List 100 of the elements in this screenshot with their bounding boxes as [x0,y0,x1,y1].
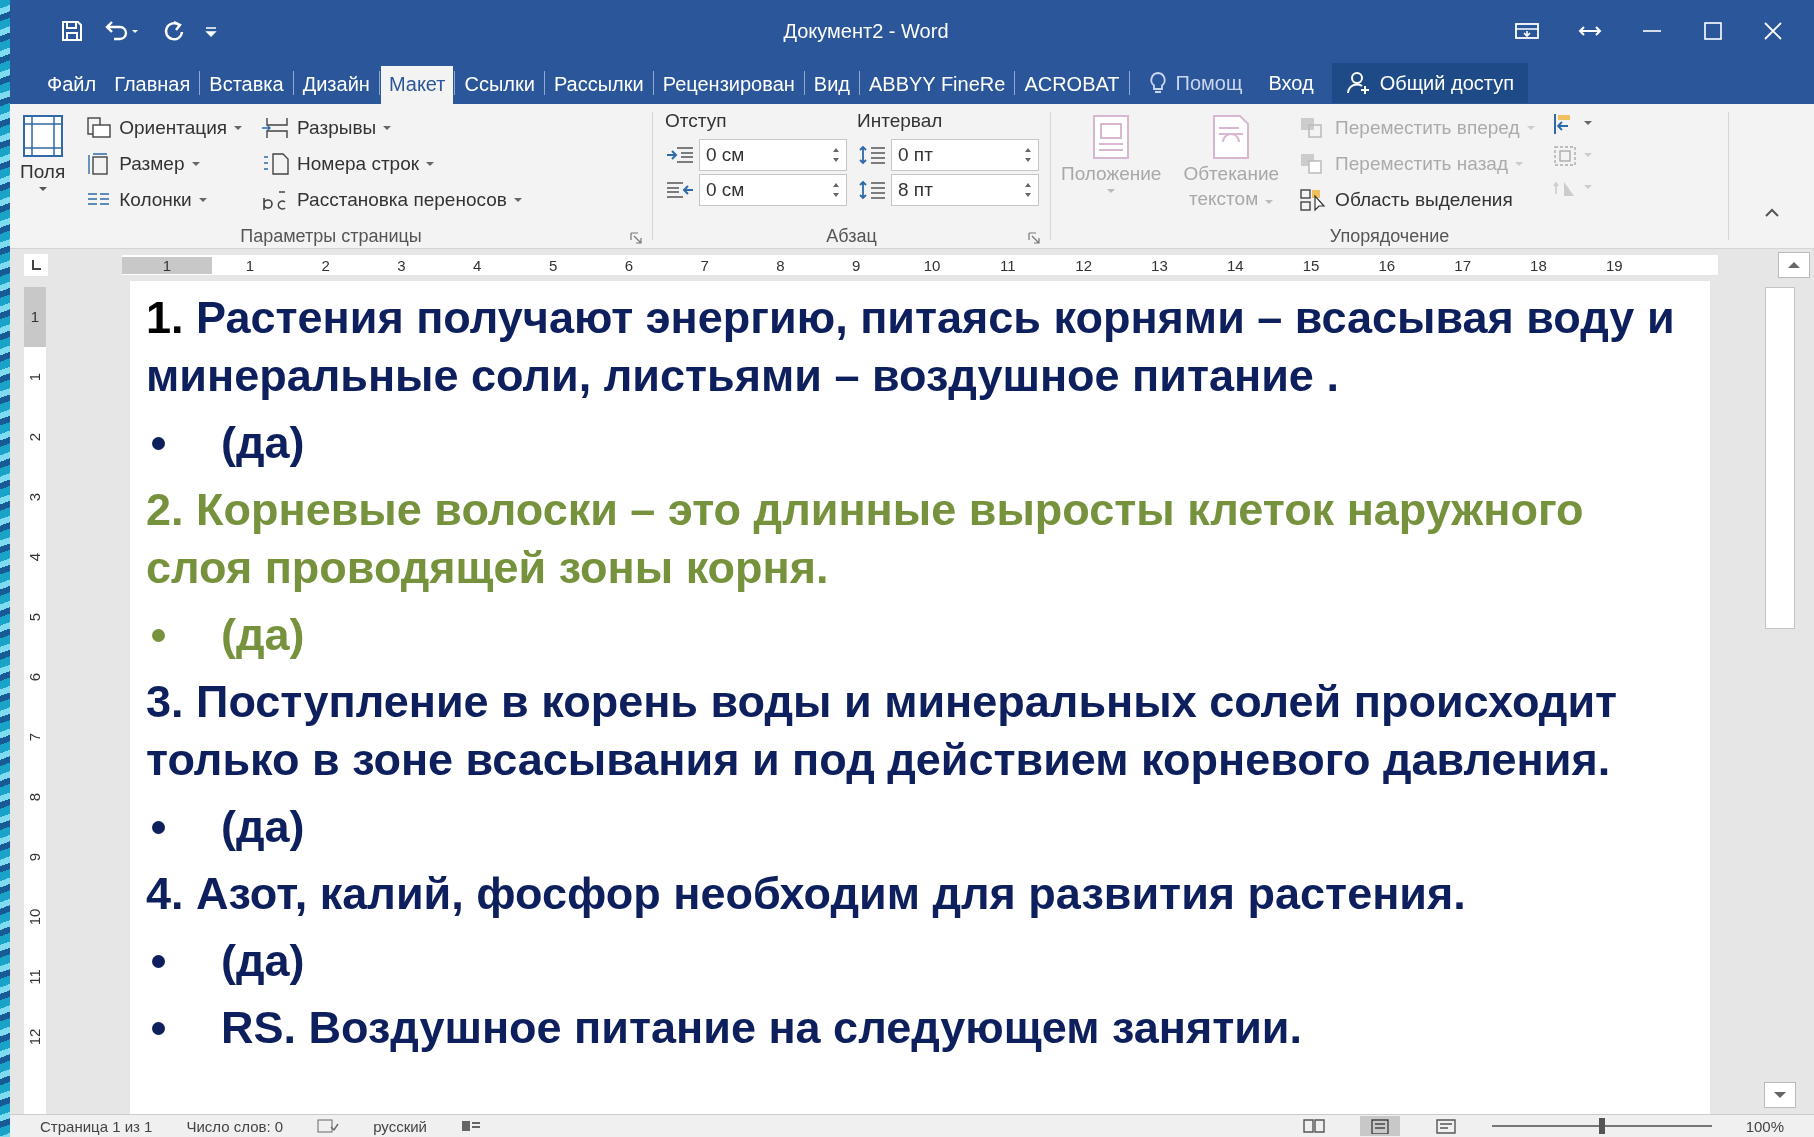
align-icon[interactable] [1551,112,1594,136]
read-mode-icon[interactable] [1301,1118,1326,1134]
ribbon-tab[interactable]: Дизайн [294,66,378,104]
ruler-number: 13 [1150,256,1169,274]
ruler-number: 15 [1301,256,1321,274]
margins-icon [20,114,65,158]
ruler-number: 6 [623,256,635,274]
spacing-after-field[interactable]: 8 пт [891,174,1039,206]
ruler-number: 8 [25,792,44,802]
maximize-icon[interactable] [1702,20,1724,42]
caret-icon [1263,199,1274,205]
zoom-level[interactable]: 100% [1745,1117,1784,1135]
ribbon-tab[interactable]: Файл [39,66,105,104]
ruler-number: 11 [999,256,1017,274]
ruler-number: 8 [775,256,786,274]
question-paragraph: 4. Азот, калий, фосфор необходим для развития растения. [146,867,1467,921]
ribbon-tab[interactable]: Макет [380,66,454,104]
close-icon[interactable] [1762,20,1784,42]
answer-text: RS. Воздушное питание на следующем занятии. [221,1001,1303,1055]
tell-me-field[interactable]: Помощ [1167,71,1251,95]
print-layout-button[interactable] [1359,1116,1400,1136]
dropdown-command[interactable]: Колонки [83,184,246,216]
answer-text: (да) [221,800,305,854]
spacing-before-icon [857,144,887,166]
ribbon-display-icon[interactable] [1514,21,1540,41]
ruler-number: 1 [244,256,256,274]
macro-icon[interactable] [461,1119,481,1133]
ruler-number: 7 [699,256,710,274]
caret-icon [1514,161,1524,167]
tab-selector[interactable] [24,254,48,276]
collapse-ribbon-icon[interactable] [1763,208,1780,218]
ruler-number: 18 [1529,256,1548,274]
ruler-number: 16 [1377,256,1397,274]
ruler-number: 5 [547,256,559,274]
spacing-label: Интервал [857,110,944,133]
caret-icon [197,197,208,203]
answer-text: (да) [221,934,305,988]
save-icon[interactable] [60,19,84,43]
indent-label: Отступ [665,110,728,133]
ruler-number: 4 [25,552,44,562]
proofing-icon[interactable] [317,1119,340,1133]
spinner-icon [1024,181,1032,199]
scroll-up-button[interactable] [1778,252,1810,278]
caret-icon [512,197,523,203]
ribbon-tab[interactable]: Вставка [201,66,292,104]
ribbon-tab[interactable]: Рассылки [545,66,652,104]
question-paragraph: 3. Поступление в корень воды и минеральных солей происходит только в зоне всасывания и под действием корневого давления. [146,675,1619,787]
group-label: Параметры страницы [240,225,422,247]
group-label: Абзац [826,225,877,247]
arrange-command[interactable]: Область выделения [1297,184,1538,216]
answer-text: (да) [221,416,305,470]
scroll-thumb[interactable] [1765,287,1795,629]
resize-arrows-icon[interactable] [1578,24,1602,38]
ruler-number: 3 [25,492,44,502]
ruler-number: 19 [1604,256,1624,274]
indent-left-field[interactable]: 0 см [699,139,847,171]
ribbon-tab[interactable]: Ссылки [456,66,543,104]
text-wrap-page-icon [1211,114,1252,160]
margins-button[interactable]: Поля [16,112,70,224]
customize-caret-icon[interactable] [204,24,218,38]
spinner-icon [832,181,840,199]
caret-icon [190,161,201,167]
caret-icon [1106,188,1117,194]
ruler-number: 6 [25,672,44,682]
dropdown-command[interactable]: Расстановка переносов [259,184,525,216]
answer-text: (да) [221,608,305,662]
share-button[interactable]: Общий доступ [1331,63,1529,103]
ribbon-tab[interactable]: Рецензирован [654,66,803,104]
ruler-number: 3 [396,256,407,274]
word-count[interactable]: Число слов: 0 [186,1117,284,1135]
ribbon-tab[interactable]: Главная [106,66,199,104]
dropdown-command[interactable]: Ориентация [83,112,246,144]
ruler-number: 17 [1453,256,1472,274]
left-tab-icon [30,259,42,271]
caret-icon [37,186,48,192]
indent-right-field[interactable]: 0 см [699,174,847,206]
dialog-launcher-icon[interactable] [1028,232,1040,244]
dialog-launcher-icon[interactable] [630,232,642,244]
spacing-before-field[interactable]: 0 пт [891,139,1039,171]
page-count[interactable]: Страница 1 из 1 [40,1117,153,1135]
spinner-icon [1024,146,1032,164]
ruler-number: 12 [1074,256,1093,274]
ruler-number: 7 [25,732,44,742]
ruler-number: 9 [25,852,44,862]
web-layout-icon[interactable] [1433,1118,1458,1134]
scroll-down-button[interactable] [1764,1082,1796,1108]
sign-in-link[interactable]: Вход [1250,71,1332,95]
caret-icon [382,125,393,131]
ruler-number: 2 [320,256,331,274]
dropdown-command[interactable]: Разрывы [259,112,525,144]
language[interactable]: русский [373,1117,427,1135]
ribbon-tab[interactable]: ABBYY FineRe [861,66,1014,104]
dropdown-command[interactable]: Размер [83,148,246,180]
ribbon-tab[interactable]: ACROBAT [1016,66,1128,104]
ruler-number: 5 [25,612,44,622]
ribbon-tab[interactable]: Вид [805,66,858,104]
ruler-number: 1 [24,287,46,347]
dropdown-command[interactable]: Номера строк [259,148,525,180]
ruler-number: 10 [922,256,942,274]
zoom-slider-thumb[interactable] [1598,1118,1605,1134]
